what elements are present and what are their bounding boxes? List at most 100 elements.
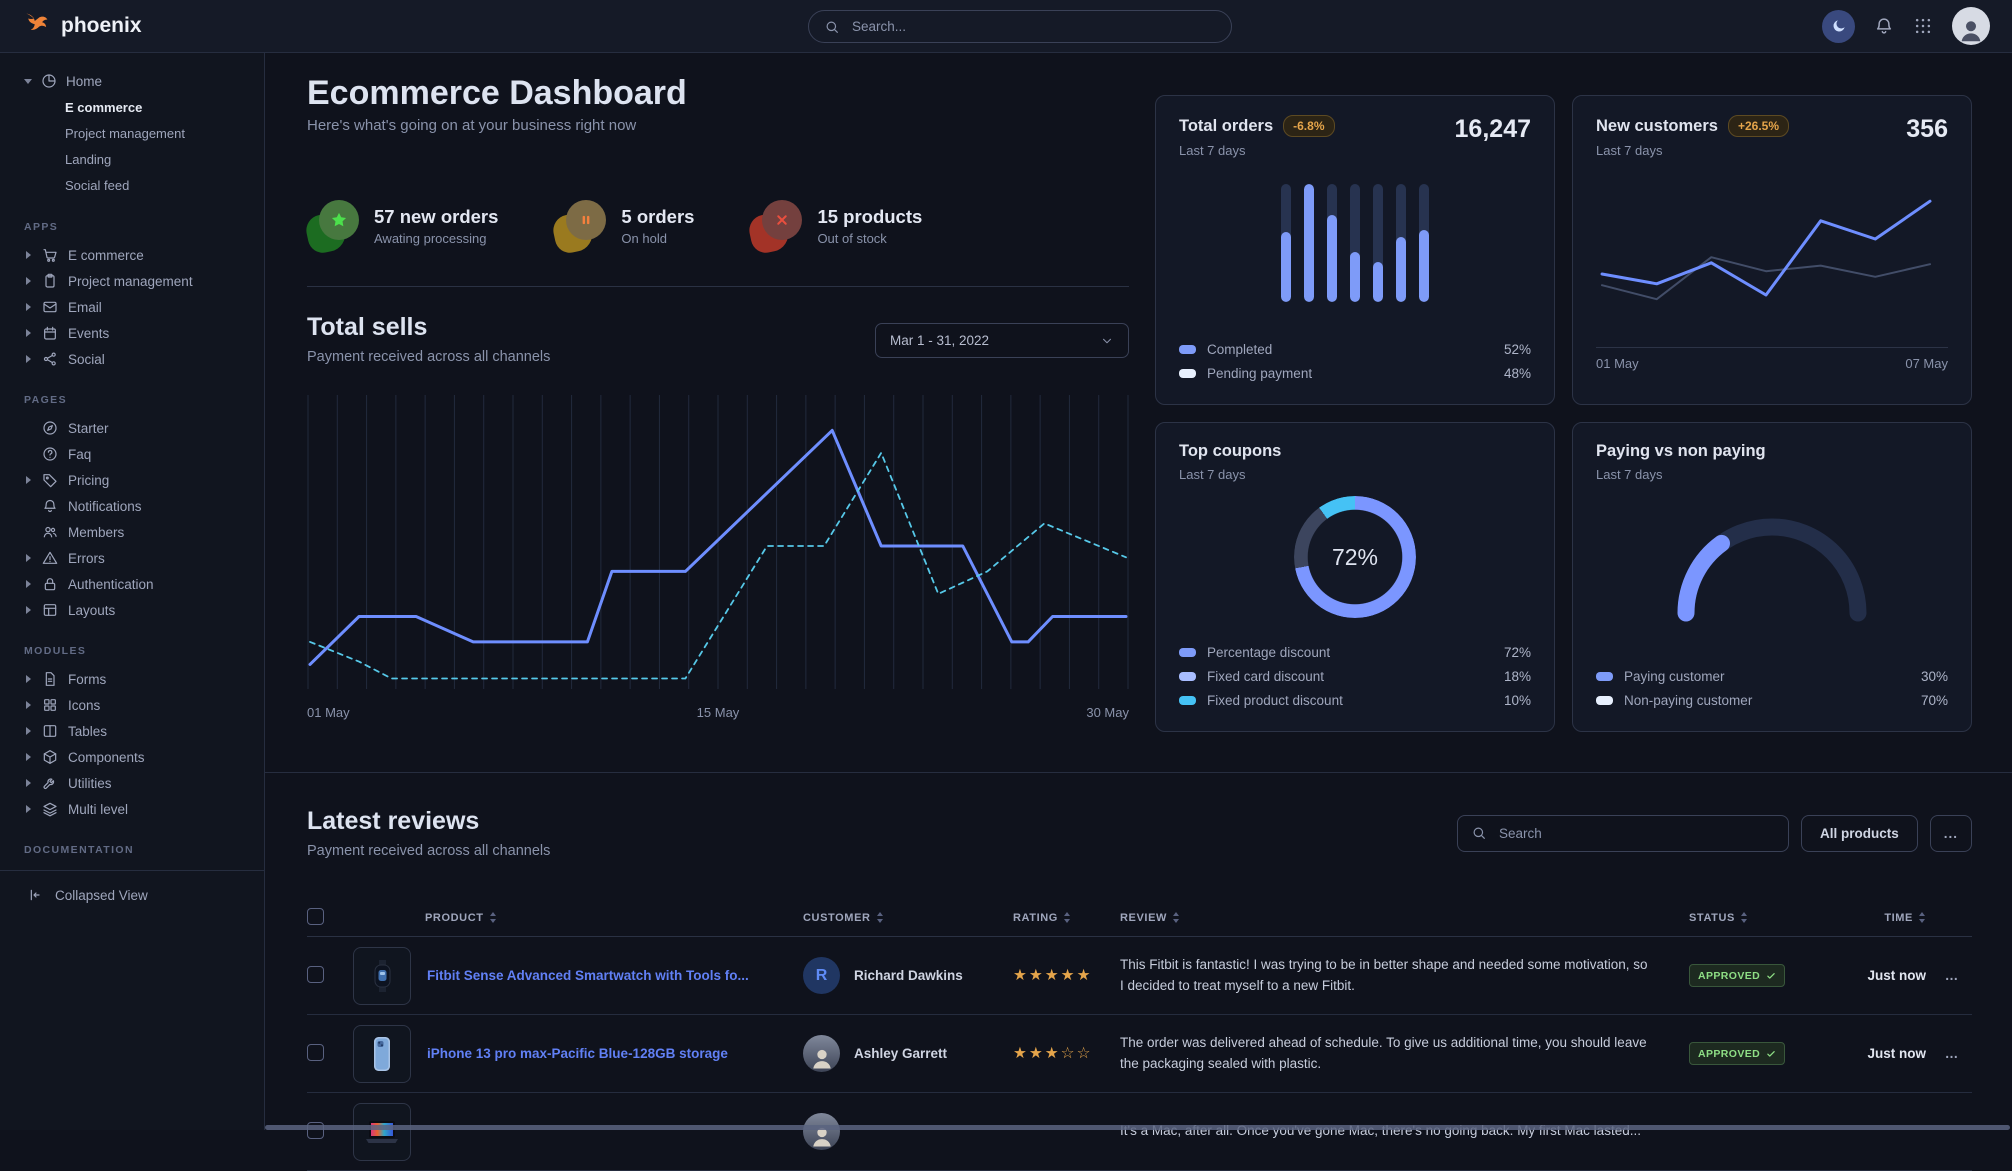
- person-icon: [808, 1044, 836, 1072]
- row-checkbox[interactable]: [307, 1044, 324, 1061]
- sidebar-item-project-management-app[interactable]: Project management: [24, 268, 264, 294]
- customer-name: Richard Dawkins: [854, 968, 963, 983]
- customer-avatar: [803, 1035, 840, 1072]
- all-products-filter-button[interactable]: All products: [1801, 815, 1918, 852]
- tag-icon: [42, 472, 58, 488]
- trend-badge: -6.8%: [1283, 115, 1334, 137]
- sidebar-item-icons[interactable]: Icons: [24, 692, 264, 718]
- row-actions-button[interactable]: …: [1932, 1046, 1972, 1061]
- macbook-image: [362, 1112, 402, 1152]
- product-link[interactable]: Fitbit Sense Advanced Smartwatch with To…: [427, 968, 749, 983]
- customer-avatar: R: [803, 957, 840, 994]
- x-icon: [773, 211, 791, 229]
- sidebar-item-notifications[interactable]: Notifications: [24, 493, 264, 519]
- sidebar-item-members[interactable]: Members: [24, 519, 264, 545]
- sidebar-section-apps: APPS: [24, 221, 264, 233]
- caret-right-icon: [26, 554, 31, 562]
- column-header-status[interactable]: STATUS: [1689, 912, 1839, 924]
- sidebar-section-modules: MODULES: [24, 645, 264, 657]
- sidebar-item-starter[interactable]: Starter: [24, 415, 264, 441]
- paying-gauge-chart: [1667, 508, 1877, 624]
- table-row: iPhone 13 pro max-Pacific Blue-128GB sto…: [307, 1015, 1972, 1093]
- sidebar-item-tables[interactable]: Tables: [24, 718, 264, 744]
- bell-icon: [42, 498, 58, 514]
- sidebar-item-social-feed[interactable]: Social feed: [24, 173, 264, 199]
- sidebar-item-email[interactable]: Email: [24, 294, 264, 320]
- customer-avatar: [803, 1113, 840, 1150]
- brand-logo[interactable]: phoenix: [22, 11, 265, 41]
- top-navbar: phoenix: [0, 0, 2012, 53]
- sidebar-item-faq[interactable]: Faq: [24, 441, 264, 467]
- column-header-rating[interactable]: RATING: [1013, 912, 1120, 924]
- sidebar-item-utilities[interactable]: Utilities: [24, 770, 264, 796]
- row-actions-button[interactable]: …: [1932, 968, 1972, 983]
- sidebar-item-ecommerce-app[interactable]: E commerce: [24, 242, 264, 268]
- apps-grid-icon[interactable]: [1913, 16, 1933, 36]
- select-all-checkbox[interactable]: [307, 908, 324, 925]
- person-icon: [1956, 15, 1986, 45]
- caret-right-icon: [26, 355, 31, 363]
- sidebar-item-multi-level[interactable]: Multi level: [24, 796, 264, 822]
- sidebar-item-ecommerce-dashboard[interactable]: E commerce: [24, 95, 264, 121]
- caret-right-icon: [26, 779, 31, 787]
- new-customers-line-chart: [1596, 184, 1936, 336]
- product-thumbnail-fitbit: [353, 947, 411, 1005]
- legend-row: Non-paying customer 70%: [1596, 688, 1948, 712]
- order-stats-row: 57 new orders Awating processing 5 order…: [307, 200, 1129, 252]
- horizontal-scrollbar[interactable]: [265, 1125, 2010, 1130]
- reviews-search-input[interactable]: [1497, 825, 1775, 842]
- caret-right-icon: [26, 251, 31, 259]
- column-header-time[interactable]: TIME: [1839, 912, 1932, 924]
- reviews-more-button[interactable]: ...: [1930, 815, 1972, 852]
- caret-right-icon: [26, 277, 31, 285]
- reviews-table-header: PRODUCT CUSTOMER RATING REVIEW STATUS TI…: [307, 899, 1972, 937]
- table-row: It's a Mac, after all. Once you've gone …: [307, 1093, 1972, 1171]
- stat-out-of-stock: 15 products Out of stock: [750, 200, 922, 252]
- sidebar-item-layouts[interactable]: Layouts: [24, 597, 264, 623]
- sidebar-item-label: Home: [66, 74, 102, 89]
- global-search[interactable]: [808, 10, 1232, 43]
- sidebar-item-social[interactable]: Social: [24, 346, 264, 372]
- reviews-search[interactable]: [1457, 815, 1789, 852]
- sidebar-item-errors[interactable]: Errors: [24, 545, 264, 571]
- theme-toggle-button[interactable]: [1822, 10, 1855, 43]
- row-checkbox[interactable]: [307, 966, 324, 983]
- user-avatar[interactable]: [1952, 7, 1990, 45]
- caret-right-icon: [26, 727, 31, 735]
- sidebar-item-authentication[interactable]: Authentication: [24, 571, 264, 597]
- sidebar-item-landing[interactable]: Landing: [24, 147, 264, 173]
- sidebar-item-project-management-dashboard[interactable]: Project management: [24, 121, 264, 147]
- sidebar-item-pricing[interactable]: Pricing: [24, 467, 264, 493]
- sort-icon: [876, 912, 884, 923]
- smartwatch-image: [362, 956, 402, 996]
- global-search-input[interactable]: [850, 18, 1216, 35]
- sidebar-item-forms[interactable]: Forms: [24, 666, 264, 692]
- column-header-customer[interactable]: CUSTOMER: [803, 912, 1013, 924]
- rating-stars: ★★★★★: [1013, 966, 1120, 985]
- sidebar-item-components[interactable]: Components: [24, 744, 264, 770]
- notifications-bell-icon[interactable]: [1874, 16, 1894, 36]
- layout-icon: [42, 602, 58, 618]
- product-link[interactable]: iPhone 13 pro max-Pacific Blue-128GB sto…: [427, 1046, 728, 1061]
- mail-icon: [42, 299, 58, 315]
- legend-row: Pending payment 48%: [1179, 361, 1531, 385]
- legend-row: Fixed product discount 10%: [1179, 688, 1531, 712]
- wrench-icon: [42, 775, 58, 791]
- calendar-icon: [42, 325, 58, 341]
- page-title: Ecommerce Dashboard: [307, 73, 1129, 113]
- collapse-sidebar-button[interactable]: Collapsed View: [0, 870, 265, 903]
- share-icon: [42, 351, 58, 367]
- stat-orders-on-hold: 5 orders On hold: [554, 200, 694, 252]
- column-header-review[interactable]: REVIEW: [1120, 912, 1689, 924]
- chevron-down-icon: [1100, 334, 1114, 348]
- sidebar-item-events[interactable]: Events: [24, 320, 264, 346]
- column-header-product[interactable]: PRODUCT: [353, 912, 803, 924]
- layers-icon: [42, 801, 58, 817]
- date-range-select[interactable]: Mar 1 - 31, 2022: [875, 323, 1129, 358]
- file-text-icon: [42, 671, 58, 687]
- sidebar-item-home[interactable]: Home: [24, 67, 264, 95]
- compass-icon: [42, 420, 58, 436]
- legend-row: Paying customer 30%: [1596, 664, 1948, 688]
- review-time: Just now: [1839, 1046, 1932, 1061]
- pause-icon: [577, 211, 595, 229]
